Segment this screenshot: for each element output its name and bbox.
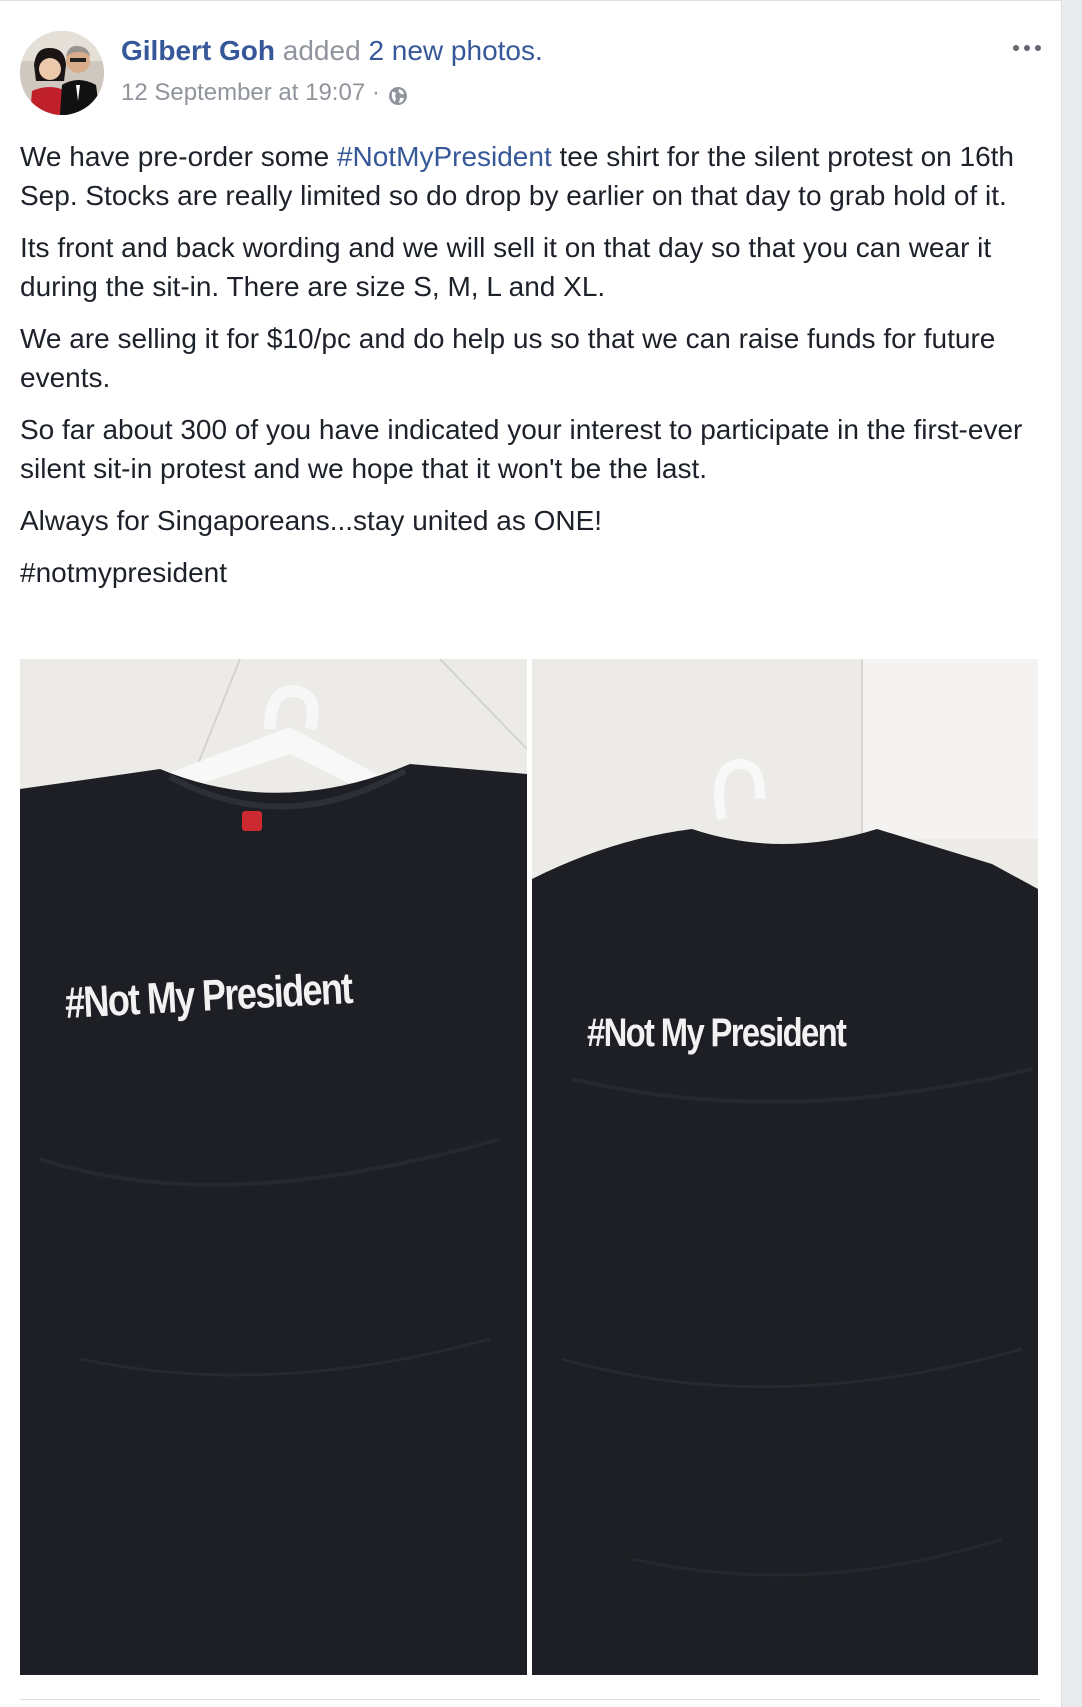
paragraph-5: Always for Singaporeans...stay united as… <box>20 505 603 536</box>
paragraph-1: We have pre-order some #NotMyPresident t… <box>20 137 1030 215</box>
photos-link[interactable]: 2 new photos. <box>368 35 542 66</box>
post-header: Gilbert Goh added 2 new photos. <box>121 33 543 69</box>
author-avatar[interactable] <box>20 31 104 115</box>
more-options-icon[interactable] <box>1010 33 1044 63</box>
photo-back-shirt[interactable]: #Not My President <box>532 659 1038 1675</box>
divider <box>20 1699 1040 1700</box>
hashtag-link[interactable]: #NotMyPresident <box>337 141 552 172</box>
paragraph-4: So far about 300 of you have indicated y… <box>20 414 1023 484</box>
front-shirt-image <box>20 659 527 1675</box>
back-shirt-image <box>532 659 1038 1675</box>
paragraph-6: #notmypresident <box>20 557 228 588</box>
photo-front-shirt[interactable]: #Not My President <box>20 659 527 1675</box>
avatar-image <box>20 31 104 115</box>
post-meta: 12 September at 19:07 · <box>121 77 408 109</box>
author-name[interactable]: Gilbert Goh <box>121 35 275 66</box>
back-shirt-text: #Not My President <box>587 1011 847 1055</box>
paragraph-2: Its front and back wording and we will s… <box>20 232 992 302</box>
post-card: Gilbert Goh added 2 new photos. 12 Septe… <box>0 0 1062 1707</box>
globe-icon[interactable] <box>388 83 408 105</box>
action-text: added <box>282 35 361 66</box>
timestamp[interactable]: 12 September at 19:07 · <box>121 77 380 109</box>
paragraph-1-start: We have pre-order some <box>20 141 337 172</box>
paragraph-3: We are selling it for $10/pc and do help… <box>20 323 996 393</box>
post-message: We have pre-order some #NotMyPresident t… <box>20 137 1030 605</box>
